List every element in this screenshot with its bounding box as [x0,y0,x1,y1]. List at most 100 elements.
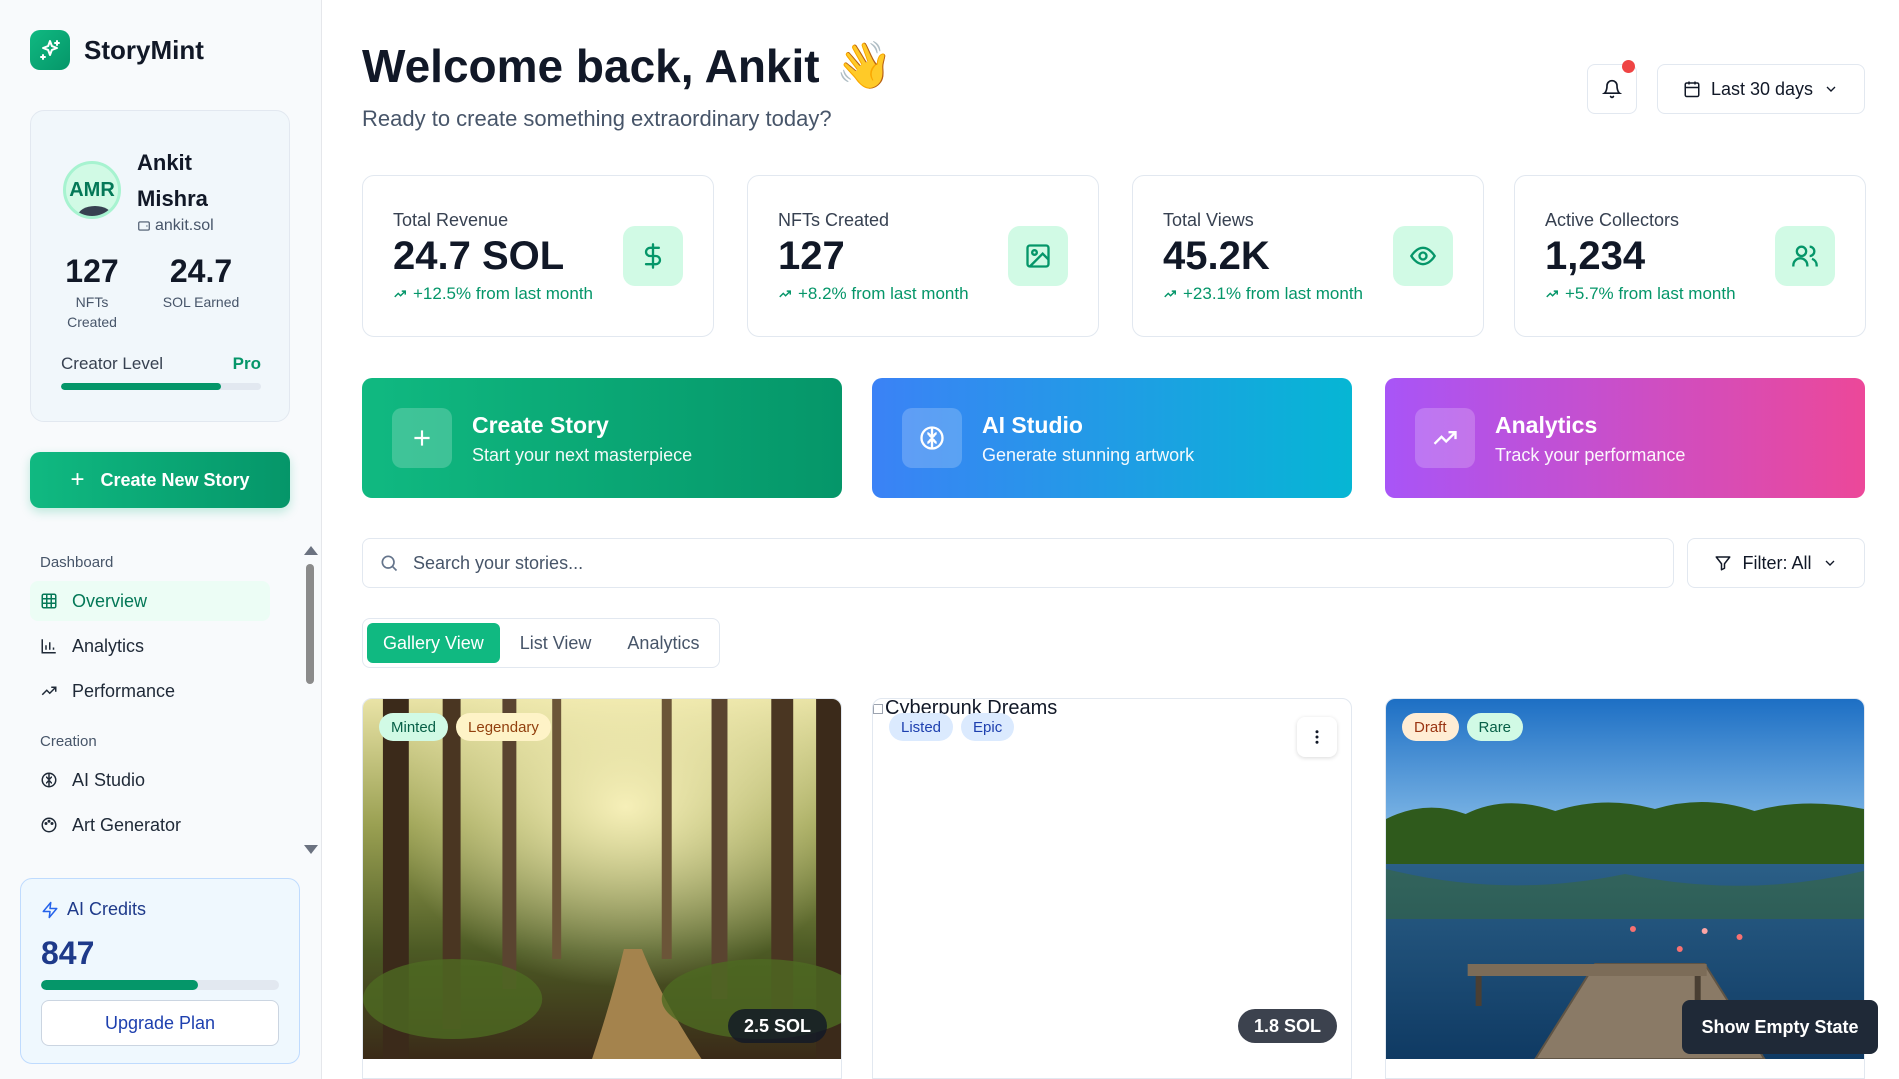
stat-label: Active Collectors [1545,210,1680,230]
wave-emoji: 👋 [835,39,893,91]
trending-up-icon [1415,408,1475,468]
scroll-thumb[interactable] [306,564,314,684]
profile-name: Ankit Mishra [137,150,208,211]
grid-icon [41,593,57,609]
more-options-button[interactable] [1297,717,1337,757]
search-icon [381,555,398,572]
sidebar-item-ai-studio[interactable]: AI Studio [30,760,270,800]
scroll-down-icon[interactable] [304,845,318,854]
palette-icon [41,817,57,833]
story-image-forest [363,699,841,1059]
profile-handle: ankit.sol [137,217,214,235]
search-input[interactable] [413,552,1613,574]
action-title: Create Story [472,412,609,438]
action-title: Analytics [1495,412,1598,438]
welcome-text: Welcome back, Ankit [362,39,820,92]
nfts-value: 127 [65,253,119,289]
sidebar-item-analytics[interactable]: Analytics [30,626,270,666]
story-badges: Minted Legendary [379,713,551,741]
filter-dropdown[interactable]: Filter: All [1687,538,1865,588]
sidebar-item-performance[interactable]: Performance [30,671,270,711]
analytics-card[interactable]: Analytics Track your performance [1385,378,1865,498]
notification-dot [1622,60,1635,73]
brain-icon [41,772,57,788]
bell-icon [1602,79,1622,99]
bar-chart-icon [41,639,56,654]
price-badge: 1.8 SOL [1237,1009,1337,1043]
brain-icon [902,408,962,468]
stat-delta: +12.5% from last month [393,284,593,304]
trending-up-icon [394,290,406,298]
stat-value: 127 [778,234,845,278]
nav-section-dashboard: Dashboard [40,554,114,571]
story-badges: Listed Epic [889,713,1015,741]
brand[interactable]: StoryMint [30,30,204,70]
view-tabs: Gallery View List View Analytics [362,618,721,668]
stat-delta-text: +8.2% from last month [798,284,969,303]
stat-delta: +23.1% from last month [1163,284,1363,304]
stat-delta-text: +12.5% from last month [413,284,594,303]
show-empty-state-button[interactable]: Show Empty State [1682,1000,1878,1054]
stat-card-collectors: Active Collectors 1,234 +5.7% from last … [1514,175,1866,337]
ai-studio-card[interactable]: AI Studio Generate stunning artwork [872,378,1352,498]
action-subtitle: Track your performance [1495,445,1686,465]
trending-up-icon [779,290,791,298]
sidebar: StoryMint AMR Ankit Mishra ankit.sol 127… [0,0,322,1079]
search-bar [362,538,1674,588]
sidebar-item-label: Analytics [72,635,145,656]
stat-delta: +5.7% from last month [1545,284,1736,304]
sidebar-item-label: Art Generator [72,814,182,835]
action-title: AI Studio [982,412,1083,438]
tab-list-view[interactable]: List View [504,623,608,663]
sidebar-nav: Dashboard Overview Analytics Performance… [30,546,302,858]
credits-value: 847 [41,935,95,971]
tab-gallery-view[interactable]: Gallery View [367,623,500,663]
sidebar-item-label: Overview [72,590,148,611]
chevron-down-icon [1825,560,1834,566]
zap-icon [42,901,58,918]
nfts-label: NFTs Created [67,294,117,330]
create-story-card[interactable]: Create Story Start your next masterpiece [362,378,842,498]
date-range-label: Last 30 days [1710,78,1814,99]
upgrade-plan-button[interactable]: Upgrade Plan [41,1000,279,1046]
status-badge: Listed [889,713,954,741]
story-badges: Draft Rare [1402,713,1524,741]
avatar[interactable]: AMR [63,161,121,219]
eye-icon [1393,226,1453,286]
page-subtitle: Ready to create something extraordinary … [362,106,832,131]
sidebar-item-overview[interactable]: Overview [30,581,270,621]
date-range-select[interactable]: Last 30 days [1657,64,1865,114]
level-value: Pro [232,354,261,373]
scroll-up-icon[interactable] [304,546,318,555]
trending-up-icon [41,686,57,696]
users-icon [1775,226,1835,286]
story-card[interactable]: Minted Legendary 2.5 SOL [362,698,842,1079]
calendar-icon [1684,81,1700,98]
tab-analytics[interactable]: Analytics [611,623,715,663]
stat-delta-text: +5.7% from last month [1565,284,1736,303]
avatar-initials: AMR [69,178,115,201]
ai-credits-card: AI Credits 847 Upgrade Plan [20,878,300,1064]
nav-section-creation: Creation [40,733,97,750]
create-new-story-button[interactable]: + Create New Story [30,452,290,508]
credits-progress-fill [41,980,199,990]
stat-value: 24.7 SOL [393,234,565,278]
create-new-story-label: Create New Story [100,469,250,490]
wallet-icon [138,221,150,231]
credits-title-text: AI Credits [67,899,147,919]
credits-progress-bar [41,980,279,990]
story-card[interactable]: Cyberpunk Dreams Listed Epic 1.8 SOL [872,698,1352,1079]
trending-up-icon [1164,290,1176,298]
chevron-down-icon [1826,86,1836,92]
sol-value: 24.7 [169,253,233,289]
page-title: Welcome back, Ankit 👋 [362,38,893,93]
sol-stat: 24.7 SOL Earned [161,253,241,312]
dollar-icon [623,226,683,286]
stat-card-revenue: Total Revenue 24.7 SOL +12.5% from last … [362,175,714,337]
action-subtitle: Generate stunning artwork [982,445,1195,465]
sidebar-item-art-generator[interactable]: Art Generator [30,805,270,845]
stat-card-nfts: NFTs Created 127 +8.2% from last month [747,175,1099,337]
sidebar-scrollbar[interactable] [302,546,318,858]
creator-level: Creator Level Pro [61,354,261,374]
rarity-badge: Epic [961,713,1015,741]
